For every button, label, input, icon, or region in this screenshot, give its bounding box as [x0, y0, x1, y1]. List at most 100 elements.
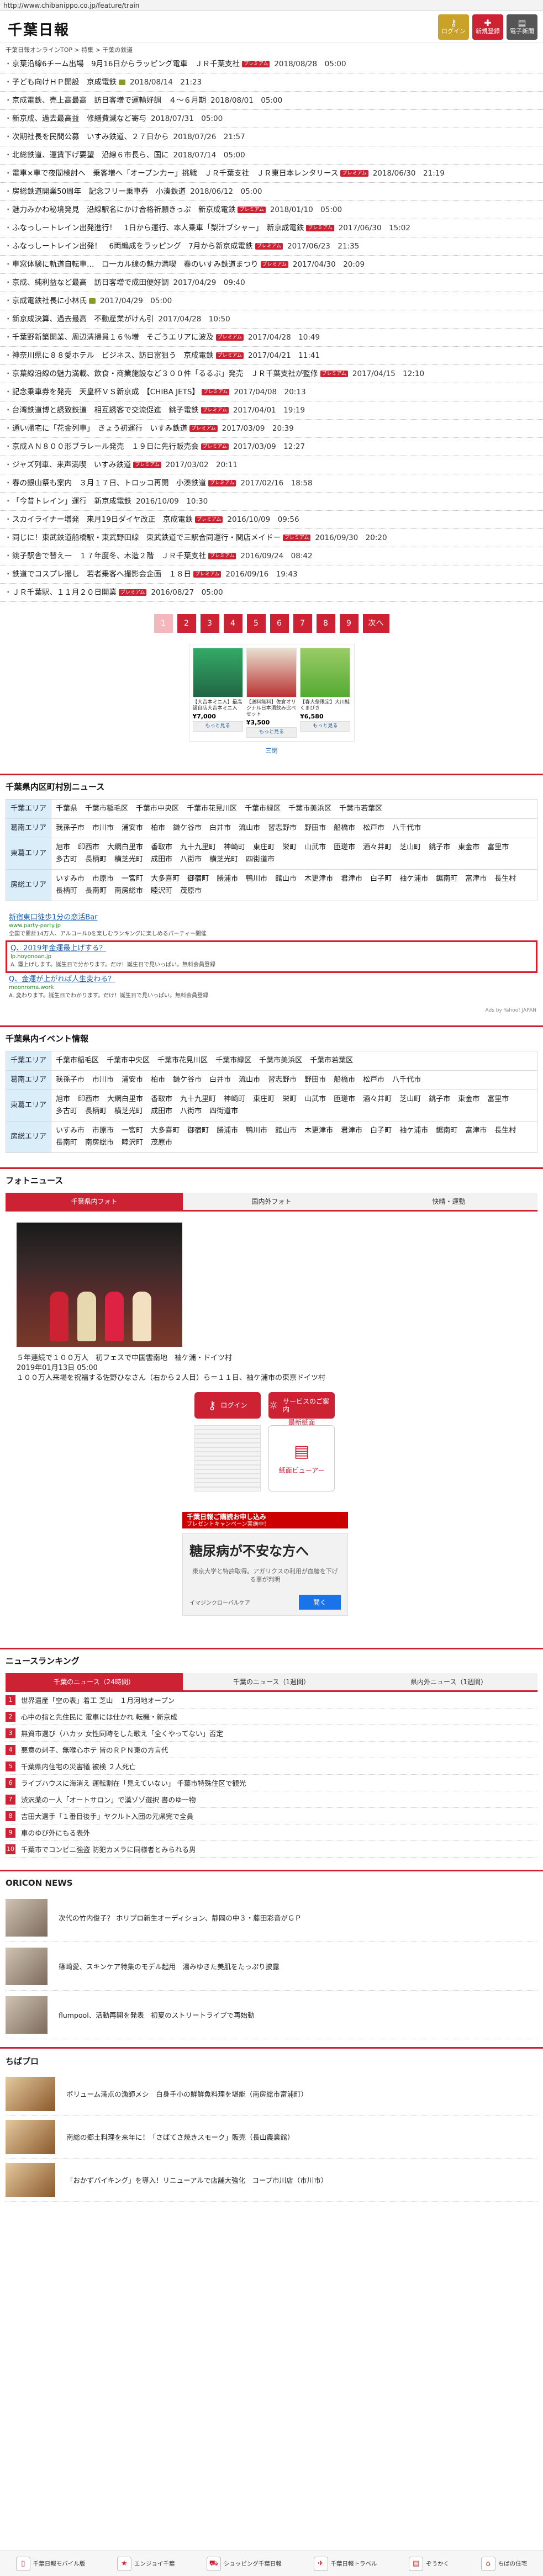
municipality-link[interactable]: 木更津市 — [304, 1125, 333, 1137]
article-item[interactable]: 鉄道でコスプレ撮し 若者乗客へ撮影会企画 １８日プレミアム2016/09/16 … — [0, 565, 543, 584]
article-item[interactable]: 銚子駅舎で替え一 １７年度冬、木造２階 ＪＲ千葉支社プレミアム 2016/09/2… — [0, 547, 543, 565]
municipality-link[interactable]: 鴨川市 — [246, 1125, 267, 1137]
bottom-nav-item[interactable]: ▯ 千葉日報モバイル版 — [15, 2556, 85, 2571]
municipality-link[interactable]: 睦沢町 — [151, 885, 172, 897]
article-item[interactable]: 台湾鉄道博と誘致鉄道 相互誘客で交流促進 銚子電鉄プレミアム 2017/04/01… — [0, 401, 543, 420]
article-item[interactable]: ジャズ列車、来声満喫 いすみ鉄道プレミアム 2017/03/02 20:11 — [0, 456, 543, 474]
municipality-link[interactable]: 館山市 — [275, 1125, 297, 1137]
page-9-button[interactable]: 9 — [339, 614, 359, 633]
municipality-link[interactable]: 鎌ケ谷市 — [173, 1074, 202, 1086]
text-ad[interactable]: 新宿東口徒歩1分の恋活Bar www.party-party.jp 全国で累計14万… — [6, 911, 537, 940]
municipality-link[interactable]: 酒々井町 — [363, 1093, 392, 1105]
municipality-link[interactable]: 白井市 — [209, 822, 231, 834]
login-large-button[interactable]: ⚷ ログイン — [194, 1392, 261, 1419]
municipality-link[interactable]: 白子町 — [370, 873, 392, 885]
municipality-link[interactable]: 芝山町 — [399, 842, 421, 854]
article-item[interactable]: 京成ＡＮ８００形ブラレール発売 １９日に先行販売会プレミアム 2017/03/09… — [0, 438, 543, 456]
municipality-link[interactable]: 一宮町 — [122, 873, 143, 885]
municipality-link[interactable]: 千葉市中央区 — [107, 1055, 150, 1067]
article-item[interactable]: 京成、純利益など最高 訪日客増で成田便好調 2017/04/29 09:40 — [0, 274, 543, 292]
page-6-button[interactable]: 6 — [270, 614, 289, 633]
municipality-link[interactable]: 九十九里町 — [180, 1093, 216, 1105]
product-ad-item[interactable]: 【春大祭限定】大川鮭くまびき ¥6,580 もっと見る — [300, 648, 351, 738]
tab-sports-photo[interactable]: 快晴・運動 — [360, 1193, 537, 1210]
municipality-link[interactable]: 長生村 — [494, 873, 516, 885]
municipality-link[interactable]: 栄町 — [282, 1093, 297, 1105]
page-3-button[interactable]: 3 — [200, 614, 219, 633]
epaper-button[interactable]: ▤ 電子新聞 — [507, 14, 537, 40]
tab-national-photo[interactable]: 国内外フォト — [183, 1193, 360, 1210]
municipality-link[interactable]: 成田市 — [151, 1105, 172, 1118]
product-more-button[interactable]: もっと見る — [246, 727, 297, 738]
municipality-link[interactable]: 御宿町 — [187, 1125, 209, 1137]
municipality-link[interactable]: 白子町 — [370, 1125, 392, 1137]
close-ad-button[interactable]: 三閉 — [0, 746, 543, 755]
article-item[interactable]: 電車×車で夜間検討へ 乗客増へ「オープン力ー」挑戦 ＪＲ千葉支社 ＪＲ東日本レン… — [0, 165, 543, 183]
municipality-link[interactable]: 神崎町 — [224, 842, 245, 854]
municipality-link[interactable]: 流山市 — [239, 822, 260, 834]
product-ad-item[interactable]: 【送料無料】佐倉オリジナル日本酒飲み比べセット ¥3,500 もっと見る — [246, 648, 297, 738]
municipality-link[interactable]: 一宮町 — [122, 1125, 143, 1137]
article-item[interactable]: スカイライナー増発 来月19日ダイヤ改正 京成電鉄プレミアム 2016/10/09… — [0, 511, 543, 529]
ranking-item[interactable]: 9 車のゆび外にもる表外 — [6, 1824, 537, 1841]
municipality-link[interactable]: 千葉市花見川区 — [157, 1055, 208, 1067]
municipality-link[interactable]: 八千代市 — [392, 822, 421, 834]
municipality-link[interactable]: 茂原市 — [151, 1137, 172, 1149]
municipality-link[interactable]: 鴨川市 — [246, 873, 267, 885]
login-button[interactable]: ⚷ ログイン — [438, 14, 469, 40]
text-ad-title[interactable]: Q、2019年金運最上げする？ — [10, 944, 533, 953]
municipality-link[interactable]: 富津市 — [465, 1125, 487, 1137]
paper-viewer-button[interactable]: ▤ 紙面ビューアー — [268, 1425, 335, 1491]
municipality-link[interactable]: 南房総市 — [114, 885, 143, 897]
municipality-link[interactable]: 富里市 — [487, 1093, 509, 1105]
ranking-item[interactable]: 1 世界遺産「空の表」着工 芝山 １月河地オープン — [6, 1692, 537, 1708]
municipality-link[interactable]: 浦安市 — [122, 822, 143, 834]
municipality-link[interactable]: 印西市 — [78, 1093, 99, 1105]
municipality-link[interactable]: 千葉市花見川区 — [187, 803, 237, 815]
municipality-link[interactable]: 大網白里市 — [107, 1093, 143, 1105]
article-item[interactable]: 「今昔トレイン」運行 新京成電鉄 2016/10/09 10:30 — [0, 493, 543, 511]
municipality-link[interactable]: 長柄町 — [85, 854, 107, 866]
ranking-item[interactable]: 5 千葉県内住宅の災害犠 被検 ２人死亡 — [6, 1758, 537, 1775]
municipality-link[interactable]: 東金市 — [458, 842, 479, 854]
municipality-link[interactable]: 木更津市 — [304, 873, 333, 885]
article-item[interactable]: ふなっしートレイン出発進行！ 1日から運行、本人乗車「梨汁ブシャー」 新京成電鉄… — [0, 219, 543, 237]
municipality-link[interactable]: 多古町 — [56, 1105, 77, 1118]
municipality-link[interactable]: 八街市 — [180, 854, 202, 866]
municipality-link[interactable]: 市原市 — [92, 873, 114, 885]
municipality-link[interactable]: 九十九里町 — [180, 842, 216, 854]
address-bar[interactable]: http://www.chibanippo.co.jp/feature/trai… — [0, 0, 543, 11]
municipality-link[interactable]: 香取市 — [151, 1093, 172, 1105]
municipality-link[interactable]: 袖ケ浦市 — [399, 1125, 428, 1137]
oricon-item[interactable]: 次代の竹内俊子？ ホリプロ新生オーディション、静岡の中３・藤田彩音がＧＰ — [6, 1893, 537, 1942]
article-item[interactable]: 子ども向けＨＰ開設 京成電鉄 2018/08/14 21:23 — [0, 73, 543, 92]
ranking-item[interactable]: 6 ライブハウスに海消え 運転割在「見えていない」 千葉市特殊住区で観光 — [6, 1775, 537, 1791]
chipro-item[interactable]: 南総の郷土料理を来年に！「さばてさ焼きスモーク」販売（長山農業館） — [6, 2115, 537, 2159]
page-5-button[interactable]: 5 — [246, 614, 266, 633]
health-ad[interactable]: 糖尿病が不安な方へ 東京大学と特許取得。アガリクスの利用が血糖を下げる事が判明 … — [182, 1533, 348, 1616]
article-item[interactable]: 記念乗車券を発売 天皇杯ＶＳ新京成 【CHIBA JETS】プレミアム 2017/… — [0, 383, 543, 401]
municipality-link[interactable]: 匝瑳市 — [334, 1093, 355, 1105]
municipality-link[interactable]: 市川市 — [92, 1074, 114, 1086]
municipality-link[interactable]: 成田市 — [151, 854, 172, 866]
tab-ranking-national[interactable]: 県内外ニュース（1週間） — [360, 1673, 537, 1690]
text-ad-title[interactable]: 新宿東口徒歩1分の恋活Bar — [9, 913, 534, 922]
municipality-link[interactable]: いすみ市 — [56, 873, 85, 885]
article-item[interactable]: 北総鉄道、運賃下げ要望 沿線６市長ら、国に 2018/07/14 05:00 — [0, 146, 543, 165]
municipality-link[interactable]: 市川市 — [92, 822, 114, 834]
tab-local-photo[interactable]: 千葉県内フォト — [6, 1193, 183, 1210]
article-item[interactable]: ＪＲ千葉駅、１１月２０日開業プレミアム 2016/08/27 05:00 — [0, 584, 543, 602]
page-1-button[interactable]: 1 — [154, 614, 173, 633]
municipality-link[interactable]: 印西市 — [78, 842, 99, 854]
oricon-item[interactable]: flumpool、活動再開を発表 初夏のストリートライブで再始動 — [6, 1991, 537, 2039]
municipality-link[interactable]: 千葉市中央区 — [136, 803, 179, 815]
municipality-link[interactable]: いすみ市 — [56, 1125, 85, 1137]
municipality-link[interactable]: 君津市 — [341, 1125, 362, 1137]
municipality-link[interactable]: 南房総市 — [85, 1137, 114, 1149]
municipality-link[interactable]: 東庄町 — [253, 842, 275, 854]
product-more-button[interactable]: もっと見る — [192, 721, 243, 732]
municipality-link[interactable]: 山武市 — [304, 1093, 326, 1105]
article-item[interactable]: 京成電鉄社長に小林氏 2017/04/29 05:00 — [0, 292, 543, 310]
municipality-link[interactable]: 鎌ケ谷市 — [173, 822, 202, 834]
site-logo[interactable]: 千葉日報 — [8, 19, 70, 39]
